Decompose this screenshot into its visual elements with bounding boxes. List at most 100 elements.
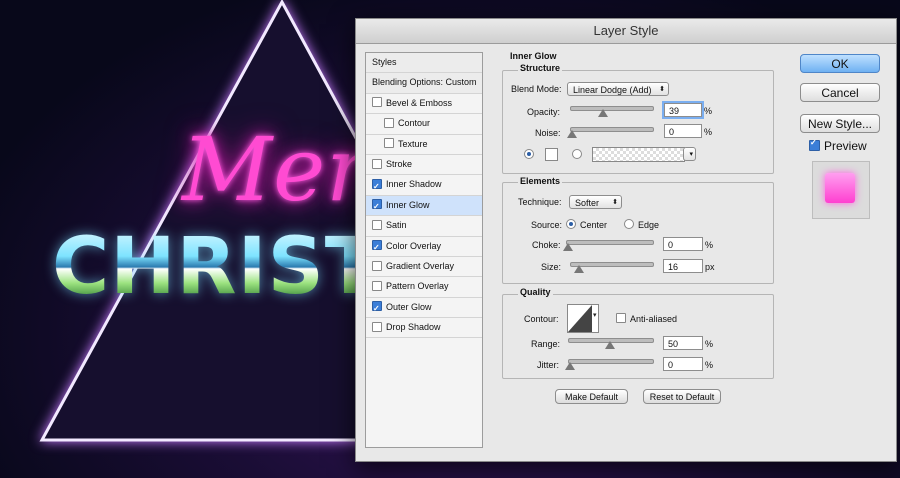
ok-button[interactable]: OK bbox=[800, 54, 880, 73]
style-item-label: Pattern Overlay bbox=[386, 281, 449, 292]
style-item-label: Stroke bbox=[386, 158, 413, 169]
noise-label: Noise: bbox=[535, 128, 561, 138]
elements-title: Elements bbox=[518, 176, 563, 186]
anti-aliased-checkbox[interactable] bbox=[616, 313, 626, 323]
style-item-bevel-emboss[interactable]: Bevel & Emboss bbox=[366, 94, 482, 115]
choke-field[interactable]: 0 bbox=[663, 237, 703, 251]
dropdown-arrows-icon: ⬍ bbox=[612, 199, 618, 206]
style-checkbox[interactable] bbox=[372, 260, 382, 271]
technique-value: Softer bbox=[575, 198, 600, 208]
choke-slider[interactable] bbox=[563, 240, 654, 251]
contour-curve-icon: ▾ bbox=[568, 305, 597, 332]
style-item-pattern-overlay[interactable]: Pattern Overlay bbox=[366, 277, 482, 298]
noise-field[interactable]: 0 bbox=[664, 124, 702, 138]
style-item-label: Inner Glow bbox=[386, 199, 430, 210]
blending-options-item[interactable]: Blending Options: Custom bbox=[366, 73, 482, 94]
noise-unit: % bbox=[704, 127, 713, 137]
jitter-unit: % bbox=[705, 360, 714, 370]
style-item-label: Satin bbox=[386, 220, 407, 231]
style-item-label: Bevel & Emboss bbox=[386, 97, 453, 108]
style-item-texture[interactable]: Texture bbox=[366, 135, 482, 155]
size-unit: px bbox=[705, 262, 715, 272]
style-item-drop-shadow[interactable]: Drop Shadow bbox=[366, 318, 482, 339]
style-item-stroke[interactable]: Stroke bbox=[366, 155, 482, 176]
style-item-outer-glow[interactable]: Outer Glow bbox=[366, 298, 482, 319]
style-item-gradient-overlay[interactable]: Gradient Overlay bbox=[366, 257, 482, 278]
chevron-down-icon: ▾ bbox=[689, 151, 693, 158]
noise-slider[interactable] bbox=[567, 127, 654, 138]
range-label: Range: bbox=[531, 339, 561, 349]
style-item-inner-glow[interactable]: Inner Glow bbox=[366, 195, 482, 217]
style-item-label: Texture bbox=[398, 138, 428, 149]
make-default-button[interactable]: Make Default bbox=[555, 389, 628, 404]
size-slider-thumb[interactable] bbox=[574, 265, 584, 273]
size-label: Size: bbox=[541, 262, 562, 272]
choke-slider-thumb[interactable] bbox=[563, 243, 573, 251]
gradient-radio[interactable] bbox=[572, 149, 582, 159]
style-item-contour[interactable]: Contour bbox=[366, 114, 482, 135]
opacity-field[interactable]: 39 bbox=[664, 103, 702, 117]
size-slider[interactable] bbox=[570, 262, 654, 273]
style-item-inner-shadow[interactable]: Inner Shadow bbox=[366, 175, 482, 196]
dropdown-arrows-icon: ⬍ bbox=[659, 86, 665, 93]
structure-title: Structure bbox=[518, 63, 563, 73]
reset-to-default-button[interactable]: Reset to Default bbox=[643, 389, 721, 404]
styles-list: Styles Blending Options: Custom Bevel & … bbox=[365, 52, 483, 448]
noise-slider-thumb[interactable] bbox=[567, 130, 577, 138]
inner-glow-title: Inner Glow bbox=[508, 51, 559, 61]
style-checkbox[interactable] bbox=[372, 238, 382, 258]
style-item-label: Contour bbox=[398, 118, 431, 129]
preview-swatch bbox=[825, 173, 855, 203]
cancel-button[interactable]: Cancel bbox=[800, 83, 880, 102]
jitter-slider-thumb[interactable] bbox=[565, 362, 575, 370]
opacity-unit: % bbox=[704, 106, 713, 116]
range-field[interactable]: 50 bbox=[663, 336, 703, 350]
opacity-label: Opacity: bbox=[527, 107, 561, 117]
range-slider[interactable] bbox=[568, 338, 654, 349]
style-checkbox[interactable] bbox=[372, 321, 382, 332]
opacity-slider-thumb[interactable] bbox=[598, 109, 608, 117]
style-checkbox[interactable] bbox=[372, 158, 382, 169]
blend-mode-dropdown[interactable]: Linear Dodge (Add) ⬍ bbox=[567, 82, 669, 96]
style-item-label: Drop Shadow bbox=[386, 322, 441, 333]
jitter-field[interactable]: 0 bbox=[663, 357, 703, 371]
contour-label: Contour: bbox=[524, 314, 559, 324]
style-item-color-overlay[interactable]: Color Overlay bbox=[366, 237, 482, 258]
jitter-label: Jitter: bbox=[537, 360, 560, 370]
contour-picker[interactable]: ▾ bbox=[567, 304, 599, 333]
gradient-dropdown[interactable]: ▾ bbox=[683, 147, 696, 161]
preview-checkbox[interactable] bbox=[809, 138, 820, 151]
new-style-button[interactable]: New Style... bbox=[800, 114, 880, 133]
solid-color-radio[interactable] bbox=[524, 149, 534, 159]
style-checkbox[interactable] bbox=[372, 219, 382, 230]
style-checkbox[interactable] bbox=[372, 177, 382, 196]
christmas-text: CHRIST bbox=[52, 222, 379, 312]
style-checkbox[interactable] bbox=[372, 299, 382, 319]
anti-aliased-label: Anti-aliased bbox=[630, 314, 678, 324]
technique-label: Technique: bbox=[518, 197, 562, 207]
opacity-slider[interactable] bbox=[570, 106, 654, 117]
style-item-label: Gradient Overlay bbox=[386, 260, 455, 271]
style-checkbox[interactable] bbox=[372, 97, 382, 108]
source-center-radio[interactable] bbox=[566, 219, 576, 229]
style-checkbox[interactable] bbox=[372, 280, 382, 291]
style-item-label: Outer Glow bbox=[386, 301, 432, 312]
technique-dropdown[interactable]: Softer ⬍ bbox=[569, 195, 622, 209]
glow-color-swatch[interactable] bbox=[545, 148, 558, 161]
style-checkbox[interactable] bbox=[372, 197, 382, 217]
layer-style-dialog: Layer Style Styles Blending Options: Cus… bbox=[355, 18, 897, 462]
source-label: Source: bbox=[531, 220, 563, 230]
style-checkbox[interactable] bbox=[384, 117, 394, 128]
quality-title: Quality bbox=[518, 287, 553, 297]
style-checkbox[interactable] bbox=[384, 138, 394, 149]
range-slider-thumb[interactable] bbox=[605, 341, 615, 349]
choke-label: Choke: bbox=[532, 240, 561, 250]
preview-box bbox=[812, 161, 870, 219]
style-item-satin[interactable]: Satin bbox=[366, 216, 482, 237]
size-field[interactable]: 16 bbox=[663, 259, 703, 273]
source-edge-radio[interactable] bbox=[624, 219, 634, 229]
jitter-slider[interactable] bbox=[565, 359, 654, 370]
styles-header[interactable]: Styles bbox=[366, 53, 482, 74]
preview-label: Preview bbox=[824, 139, 867, 153]
gradient-picker[interactable] bbox=[592, 147, 685, 162]
